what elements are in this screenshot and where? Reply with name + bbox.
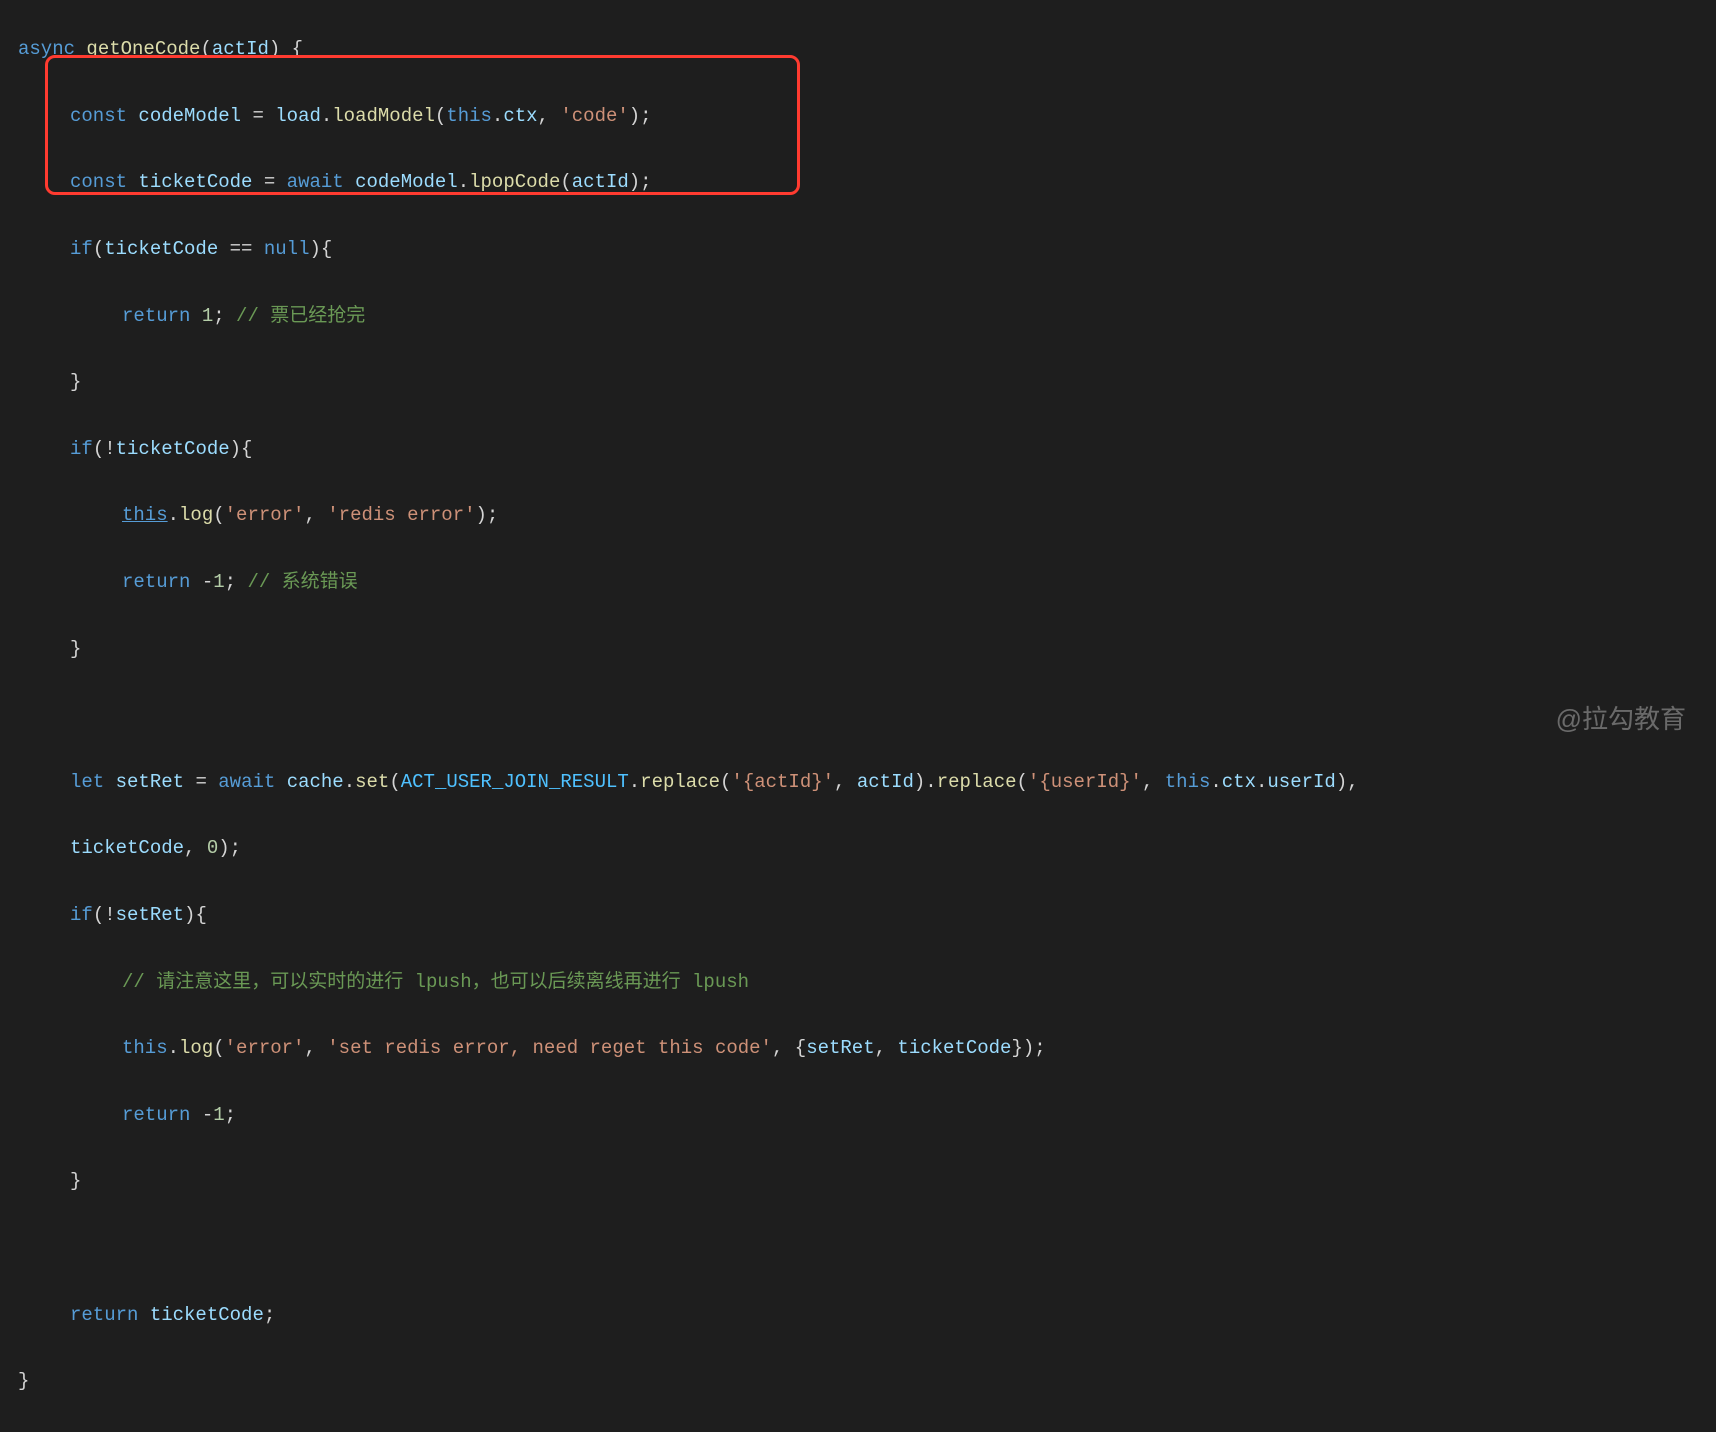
keyword: let bbox=[70, 771, 104, 793]
code-line: ticketCode, 0); bbox=[0, 832, 1716, 865]
keyword: return bbox=[122, 1104, 190, 1126]
method: log bbox=[179, 1037, 213, 1059]
constant: ACT_USER_JOIN_RESULT bbox=[401, 771, 629, 793]
keyword: return bbox=[70, 1304, 138, 1326]
code-line: return --11; // 系统错误 bbox=[0, 566, 1716, 599]
this: this bbox=[122, 1037, 168, 1059]
this: this bbox=[122, 504, 168, 526]
brace: } bbox=[70, 638, 81, 660]
code-line: return 1; // 票已经抢完 bbox=[0, 300, 1716, 333]
brace: } bbox=[70, 371, 81, 393]
string: 'code' bbox=[560, 105, 628, 127]
method: replace bbox=[937, 771, 1017, 793]
code-line: } bbox=[0, 1165, 1716, 1198]
var: codeModel bbox=[138, 105, 241, 127]
arg: actId bbox=[857, 771, 914, 793]
prop: setRet bbox=[806, 1037, 874, 1059]
comment: // 请注意这里，可以实时的进行 lpush，也可以后续离线再进行 lpush bbox=[122, 971, 749, 993]
string: '{actId}' bbox=[731, 771, 834, 793]
code-line: this.log('error', 'set redis error, need… bbox=[0, 1032, 1716, 1065]
keyword: if bbox=[70, 438, 93, 460]
code-line: async getOneCode(actId) { bbox=[0, 33, 1716, 66]
var: ticketCode bbox=[150, 1304, 264, 1326]
comment: // 系统错误 bbox=[247, 571, 357, 593]
prop: userId bbox=[1267, 771, 1335, 793]
string: 'redis error' bbox=[327, 504, 475, 526]
code-line: return ticketCode; bbox=[0, 1299, 1716, 1332]
blank-line bbox=[0, 1232, 1716, 1265]
method: loadModel bbox=[332, 105, 435, 127]
string: 'error' bbox=[225, 504, 305, 526]
string: 'set redis error, need reget this code' bbox=[327, 1037, 772, 1059]
obj: cache bbox=[287, 771, 344, 793]
var: ticketCode bbox=[104, 238, 218, 260]
param: actId bbox=[212, 38, 269, 60]
brace: } bbox=[70, 1170, 81, 1192]
blank-line bbox=[0, 699, 1716, 732]
keyword: return bbox=[122, 571, 190, 593]
code-line: if(ticketCode == null){ bbox=[0, 233, 1716, 266]
this: this bbox=[446, 105, 492, 127]
var: ticketCode bbox=[116, 438, 230, 460]
keyword: await bbox=[287, 171, 344, 193]
keyword: const bbox=[70, 105, 127, 127]
code-line: if(!ticketCode){ bbox=[0, 433, 1716, 466]
method: log bbox=[179, 504, 213, 526]
code-line: const ticketCode = await codeModel.lpopC… bbox=[0, 166, 1716, 199]
keyword: if bbox=[70, 904, 93, 926]
obj: load bbox=[275, 105, 321, 127]
keyword: const bbox=[70, 171, 127, 193]
number: 1 bbox=[202, 305, 213, 327]
fn-name: getOneCode bbox=[86, 38, 200, 60]
keyword-async: async bbox=[18, 38, 75, 60]
prop: ticketCode bbox=[897, 1037, 1011, 1059]
var: setRet bbox=[116, 904, 184, 926]
method: lpopCode bbox=[469, 171, 560, 193]
string: 'error' bbox=[225, 1037, 305, 1059]
arg: ticketCode bbox=[70, 837, 184, 859]
method: set bbox=[355, 771, 389, 793]
operator: == bbox=[230, 238, 253, 260]
keyword: await bbox=[218, 771, 275, 793]
var: setRet bbox=[116, 771, 184, 793]
var: ticketCode bbox=[138, 171, 252, 193]
code-line: } bbox=[0, 1365, 1716, 1398]
brace: } bbox=[18, 1370, 29, 1392]
arg: actId bbox=[572, 171, 629, 193]
code-line: if(!setRet){ bbox=[0, 899, 1716, 932]
code-line: const codeModel = load.loadModel(this.ct… bbox=[0, 100, 1716, 133]
null: null bbox=[264, 238, 310, 260]
keyword: return bbox=[122, 305, 190, 327]
code-line: } bbox=[0, 633, 1716, 666]
number: 0 bbox=[207, 837, 218, 859]
string: '{userId}' bbox=[1028, 771, 1142, 793]
prop: ctx bbox=[1222, 771, 1256, 793]
code-line: let setRet = await cache.set(ACT_USER_JO… bbox=[0, 766, 1716, 799]
code-editor[interactable]: async getOneCode(actId) { const codeMode… bbox=[0, 0, 1716, 1432]
code-line: this.log('error', 'redis error'); bbox=[0, 499, 1716, 532]
operator: ! bbox=[104, 438, 115, 460]
code-line: } bbox=[0, 366, 1716, 399]
method: replace bbox=[640, 771, 720, 793]
keyword: if bbox=[70, 238, 93, 260]
code-line: // 请注意这里，可以实时的进行 lpush，也可以后续离线再进行 lpush bbox=[0, 966, 1716, 999]
code-line: return -1; bbox=[0, 1099, 1716, 1132]
prop: ctx bbox=[503, 105, 537, 127]
obj: codeModel bbox=[355, 171, 458, 193]
operator: ! bbox=[104, 904, 115, 926]
comment: // 票已经抢完 bbox=[236, 305, 365, 327]
this: this bbox=[1165, 771, 1211, 793]
